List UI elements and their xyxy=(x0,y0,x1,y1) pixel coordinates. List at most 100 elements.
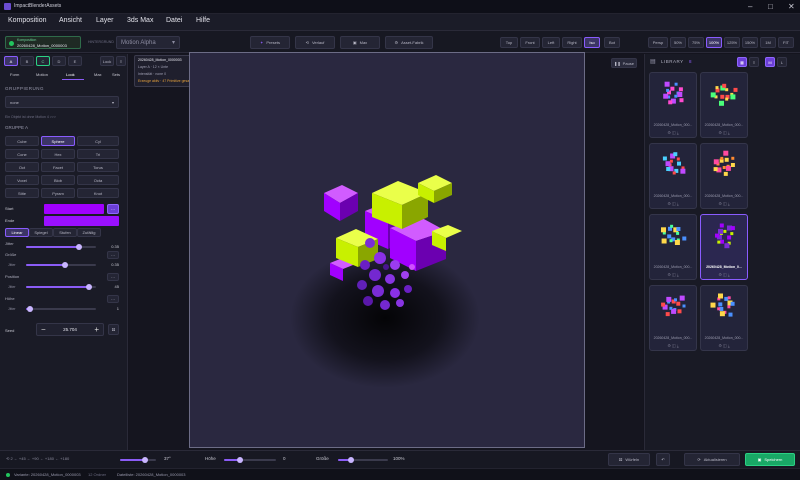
layer-e-button[interactable]: E xyxy=(68,56,82,66)
aktualisieren-button[interactable]: ⟳ Aktualisieren xyxy=(684,453,740,466)
view-iso-button[interactable]: Iso xyxy=(584,37,600,48)
seed-increment-button[interactable]: + xyxy=(94,325,99,334)
layer-c-button[interactable]: C xyxy=(36,56,50,66)
param-slider[interactable] xyxy=(26,244,96,250)
interp-spiegel-tab[interactable]: Spiegel xyxy=(29,228,53,237)
menu-datei[interactable]: Datei xyxy=(166,17,182,24)
shape-blob-button[interactable]: Blob xyxy=(41,175,75,185)
list-view-button[interactable]: ≡ xyxy=(749,57,759,67)
zoom-150-button[interactable]: 150% xyxy=(742,37,758,48)
library-card[interactable]: 20260428_Motion_000... ⚙ ◫ ⤓ xyxy=(649,285,697,351)
library-card-actions[interactable]: ⚙ ◫ ⤓ xyxy=(701,343,747,348)
zoom-125-button[interactable]: 125% xyxy=(724,37,740,48)
mode-presets-button[interactable]: ✦ Presets xyxy=(250,36,290,49)
library-card-actions[interactable]: ⚙ ◫ ⤓ xyxy=(650,201,696,206)
param-options-button[interactable]: ··· xyxy=(107,295,119,303)
library-card-actions[interactable]: ⚙ ◫ ⤓ xyxy=(701,201,747,206)
shape-cube-button[interactable]: Cube xyxy=(5,136,39,146)
shape-pyram-button[interactable]: Pyram xyxy=(41,188,75,198)
mode-verlauf-button[interactable]: ⟲ Verlauf xyxy=(295,36,335,49)
param-options-button[interactable]: ··· xyxy=(107,251,119,259)
view-right-button[interactable]: Right xyxy=(562,37,582,48)
shape-torus-button[interactable]: Torus xyxy=(77,162,119,172)
end-color-swatch[interactable] xyxy=(44,216,119,226)
library-card[interactable]: 20260428_Motion_000... ⚙ ◫ ⤓ xyxy=(649,72,697,138)
shape-voxel-button[interactable]: Voxel xyxy=(5,175,39,185)
interp-stufen-tab[interactable]: Stufen xyxy=(53,228,77,237)
tab-sets[interactable]: Sets xyxy=(112,72,120,77)
start-color-picker-button[interactable]: ··· xyxy=(107,204,119,214)
library-card[interactable]: 20260428_Motion_000... ⚙ ◫ ⤓ xyxy=(649,143,697,209)
interp-linear-tab[interactable]: Linear xyxy=(5,228,29,237)
start-color-swatch[interactable] xyxy=(44,204,104,214)
param-slider[interactable] xyxy=(26,306,96,312)
view-left-button[interactable]: Left xyxy=(542,37,560,48)
view-top-button[interactable]: Top xyxy=(500,37,518,48)
layer-d-button[interactable]: D xyxy=(52,56,66,66)
library-card-actions[interactable]: ⚙ ◫ ⤓ xyxy=(650,343,696,348)
close-icon[interactable]: ✕ xyxy=(788,2,795,11)
shape-sphere-button[interactable]: Sphere xyxy=(41,136,75,146)
layer-a-button[interactable]: A xyxy=(4,56,18,66)
hoehe-slider[interactable] xyxy=(224,457,276,463)
shape-facet-button[interactable]: Facet xyxy=(41,162,75,172)
library-card-actions[interactable]: ⚙ ◫ ⤓ xyxy=(701,272,747,277)
seed-dice-button[interactable]: ⚄ xyxy=(108,324,119,335)
grid-view-button[interactable]: ▦ xyxy=(737,57,747,67)
menu-komposition[interactable]: Komposition xyxy=(8,17,47,24)
tab-motion[interactable]: Motion xyxy=(36,72,48,77)
library-card[interactable]: 20260428_Motion_0... ⚙ ◫ ⤓ xyxy=(700,214,748,280)
undo-button[interactable]: ↶ xyxy=(656,453,670,466)
panel-menu-button[interactable]: ≡ xyxy=(116,56,126,66)
size-button[interactable]: 1M xyxy=(760,37,776,48)
zoom-75-button[interactable]: 75% xyxy=(688,37,704,48)
shape-cone-button[interactable]: Cone xyxy=(5,149,39,159)
library-card[interactable]: 20260428_Motion_000... ⚙ ◫ ⤓ xyxy=(700,143,748,209)
param-options-button[interactable]: ··· xyxy=(107,273,119,281)
mode-assetfabrik-button[interactable]: ⚙ Asset-Fabrik xyxy=(385,36,433,49)
view-front-button[interactable]: Front xyxy=(520,37,540,48)
groesse-slider[interactable] xyxy=(338,457,388,463)
menu-ansicht[interactable]: Ansicht xyxy=(59,17,82,24)
seed-stepper[interactable]: − 25.704 + xyxy=(36,323,104,336)
library-card[interactable]: 20260428_Motion_000... ⚙ ◫ ⤓ xyxy=(700,285,748,351)
view-persp-button[interactable]: Persp xyxy=(648,37,668,48)
view-bot-button[interactable]: Bot xyxy=(604,37,620,48)
shape-octa-button[interactable]: Octa xyxy=(77,175,119,185)
menu-layer[interactable]: Layer xyxy=(96,17,114,24)
tab-form[interactable]: Form xyxy=(10,72,19,77)
library-card-actions[interactable]: ⚙ ◫ ⤓ xyxy=(650,130,696,135)
shape-knot-button[interactable]: Knot xyxy=(77,188,119,198)
menu-3dsmax[interactable]: 3ds Max xyxy=(127,17,153,24)
speichern-button[interactable]: ▣ Speichern xyxy=(745,453,795,466)
param-slider[interactable] xyxy=(26,262,96,268)
tab-max[interactable]: Max xyxy=(94,72,102,77)
shape-oct-button[interactable]: Oct xyxy=(5,162,39,172)
project-badge[interactable]: Komposition 20260428_Motion_0000003 xyxy=(5,36,81,49)
shape-stite-button[interactable]: Stite xyxy=(5,188,39,198)
minimize-icon[interactable]: – xyxy=(748,2,752,11)
fov-slider[interactable] xyxy=(120,457,156,463)
library-card[interactable]: 20260428_Motion_000... ⚙ ◫ ⤓ xyxy=(700,72,748,138)
zoom-50-button[interactable]: 50% xyxy=(670,37,686,48)
maximize-icon[interactable]: □ xyxy=(768,2,773,11)
pause-button[interactable]: ❚❚ Pause xyxy=(611,58,637,68)
shape-cyl-button[interactable]: Cyl xyxy=(77,136,119,146)
motion-select[interactable]: Motion Alpha ▾ xyxy=(116,36,180,49)
interp-zufaellig-tab[interactable]: Zufällig xyxy=(77,228,101,237)
size-l-button[interactable]: L xyxy=(777,57,787,67)
layer-b-button[interactable]: B xyxy=(20,56,34,66)
menu-hilfe[interactable]: Hilfe xyxy=(196,17,210,24)
grouping-select[interactable]: none ▾ xyxy=(5,96,119,108)
tab-look[interactable]: Look xyxy=(66,72,75,77)
library-card-actions[interactable]: ⚙ ◫ ⤓ xyxy=(701,130,747,135)
wuerfeln-button[interactable]: ⚄ Würfeln xyxy=(608,453,650,466)
nav-controls[interactable]: ⟲ 2 ← +45 ← +90 ← +180 ← +180 xyxy=(6,456,69,461)
layer-lock-button[interactable]: Lock xyxy=(100,56,114,66)
zoom-100-button[interactable]: 100% xyxy=(706,37,722,48)
render-canvas[interactable] xyxy=(189,52,585,448)
library-card-actions[interactable]: ⚙ ◫ ⤓ xyxy=(650,272,696,277)
shape-tri-button[interactable]: Tri xyxy=(77,149,119,159)
param-slider[interactable] xyxy=(26,284,96,290)
shape-hex-button[interactable]: Hex xyxy=(41,149,75,159)
